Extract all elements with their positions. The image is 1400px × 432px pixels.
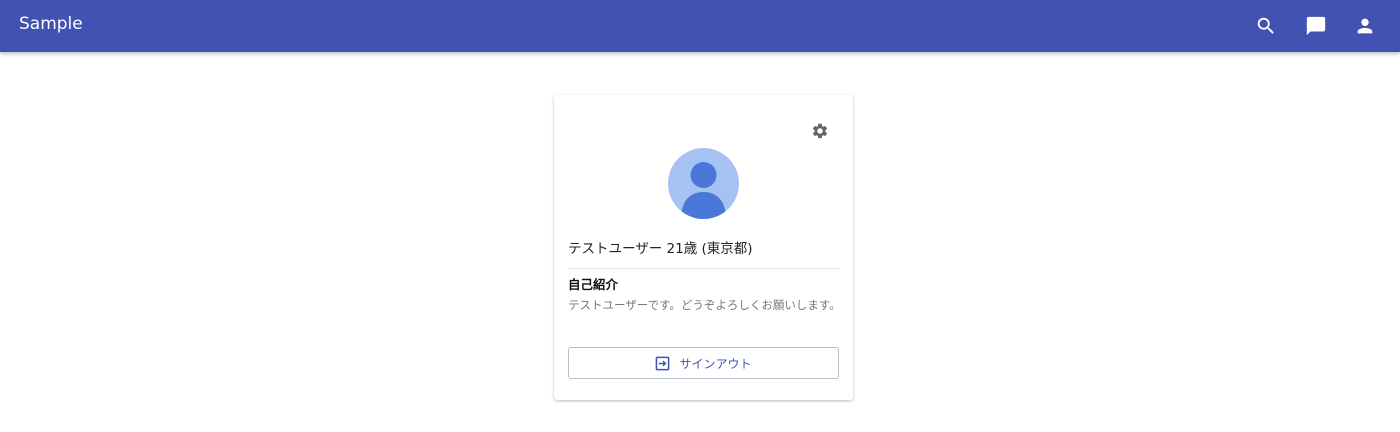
divider: [568, 268, 840, 269]
signout-label: サインアウト: [679, 356, 752, 371]
avatar: [668, 148, 739, 219]
settings-button[interactable]: [808, 119, 832, 143]
signout-button[interactable]: サインアウト: [568, 347, 839, 379]
account-icon: [1357, 18, 1373, 34]
bio-text: テストユーザーです。どうぞよろしくお願いします。: [568, 298, 841, 312]
app-bar: Sample: [0, 0, 1400, 52]
chat-icon: [1306, 16, 1326, 36]
app-title: Sample: [19, 14, 83, 34]
chat-button[interactable]: [1300, 10, 1332, 42]
search-button[interactable]: [1250, 10, 1282, 42]
user-name-line: テストユーザー 21歳 (東京都): [568, 241, 753, 257]
bio-heading: 自己紹介: [568, 277, 619, 292]
signout-icon: [656, 356, 670, 370]
profile-card: テストユーザー 21歳 (東京都) 自己紹介 テストユーザーです。どうぞよろしく…: [554, 95, 853, 400]
account-button[interactable]: [1349, 10, 1381, 42]
gear-icon: [812, 123, 828, 139]
search-icon: [1257, 17, 1274, 34]
person-icon: [681, 162, 726, 219]
